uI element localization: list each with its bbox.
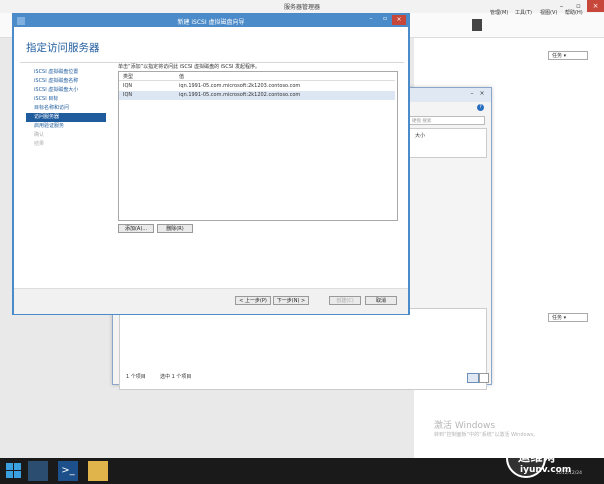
row-value: iqn.1991-05.com.microsoft:2k1203.contoso… (179, 83, 301, 89)
page-title: 指定访问服务器 (26, 42, 100, 54)
menu-manage[interactable]: 管理(M) (490, 9, 508, 16)
flag-icon[interactable] (472, 19, 482, 31)
create-button[interactable]: 创建(C) (329, 296, 361, 305)
powershell-icon[interactable]: >_ (58, 461, 78, 481)
activation-watermark-title: 激活 Windows (434, 421, 496, 431)
menu-help[interactable]: 帮助(H) (565, 9, 583, 16)
instruction-text: 单击“添加”以指定将访问此 iSCSI 虚拟磁盘的 iSCSI 发起程序。 (118, 64, 260, 70)
search-input[interactable]: 硬盘 搜索 (409, 116, 485, 125)
row-type: IQN (123, 83, 133, 89)
initiator-table: 类型 值 IQN iqn.1991-05.com.microsoft:2k120… (118, 71, 398, 221)
wizard-title: 新建 iSCSI 虚拟磁盘向导 (177, 19, 245, 26)
nav-item-target-name[interactable]: 目标名称和访问 (26, 104, 106, 113)
view-tiles-icon[interactable] (479, 373, 489, 383)
table-header-divider (119, 80, 395, 81)
row-type: IQN (123, 92, 133, 98)
add-button[interactable]: 添加(A)... (118, 224, 154, 233)
cancel-button[interactable]: 取消 (365, 296, 397, 305)
activation-watermark-text: 转到“控制面板”中的“系统”以激活 Windows。 (434, 432, 539, 438)
nav-item-disk-name[interactable]: iSCSI 虚拟磁盘名称 (26, 77, 106, 86)
status-item-count: 1 个项目 (126, 374, 146, 380)
start-icon[interactable] (4, 461, 24, 481)
new-iscsi-wizard: 新建 iSCSI 虚拟磁盘向导 – ▫ × 指定访问服务器 iSCSI 虚拟磁盘… (12, 13, 410, 315)
wizard-minimize-button[interactable]: – (364, 15, 378, 25)
tasks-dropdown[interactable]: 任务 ▾ (548, 51, 588, 60)
dialog-minimize-icon[interactable]: – (467, 90, 477, 99)
nav-item-iscsi-target[interactable]: iSCSI 目标 (26, 95, 106, 104)
nav-item-access-servers[interactable]: 访问服务器 (26, 113, 106, 122)
column-value: 值 (179, 74, 185, 80)
server-manager-title: 服务器管理器 (283, 4, 320, 11)
table-row[interactable]: IQN iqn.1991-05.com.microsoft:2k1202.con… (119, 91, 395, 100)
previous-button[interactable]: < 上一步(P) (235, 296, 271, 305)
tasks-dropdown-2[interactable]: 任务 ▾ (548, 313, 588, 322)
nav-item-disk-size[interactable]: iSCSI 虚拟磁盘大小 (26, 86, 106, 95)
nav-item-confirmation: 确认 (34, 132, 45, 138)
status-selected-count: 选中 1 个项目 (160, 374, 192, 380)
table-row[interactable]: IQN iqn.1991-05.com.microsoft:2k1203.con… (119, 82, 395, 91)
menu-view[interactable]: 视图(V) (540, 9, 557, 16)
wizard-close-button[interactable]: × (392, 15, 406, 25)
column-type: 类型 (123, 74, 134, 80)
help-icon[interactable]: ? (477, 104, 484, 111)
view-details-icon[interactable] (467, 373, 479, 383)
close-button[interactable]: × (587, 0, 604, 12)
brand-name: 运维网 (518, 450, 556, 464)
wizard-maximize-button[interactable]: ▫ (378, 15, 392, 25)
menu-tools[interactable]: 工具(T) (515, 9, 532, 16)
remove-button[interactable]: 删除(R) (157, 224, 193, 233)
file-explorer-icon[interactable] (88, 461, 108, 481)
row-value: iqn.1991-05.com.microsoft:2k1202.contoso… (179, 92, 301, 98)
brand-site: iyunv.com (520, 465, 572, 475)
column-size: 大小 (415, 133, 426, 139)
server-manager-taskbar-icon[interactable] (28, 461, 48, 481)
nav-item-authentication[interactable]: 启用验证服务 (26, 122, 106, 131)
dialog-close-icon[interactable]: × (477, 90, 487, 99)
nav-item-results: 结果 (34, 141, 45, 147)
nav-item-disk-location[interactable]: iSCSI 虚拟磁盘位置 (26, 68, 106, 77)
next-button[interactable]: 下一步(N) > (273, 296, 309, 305)
